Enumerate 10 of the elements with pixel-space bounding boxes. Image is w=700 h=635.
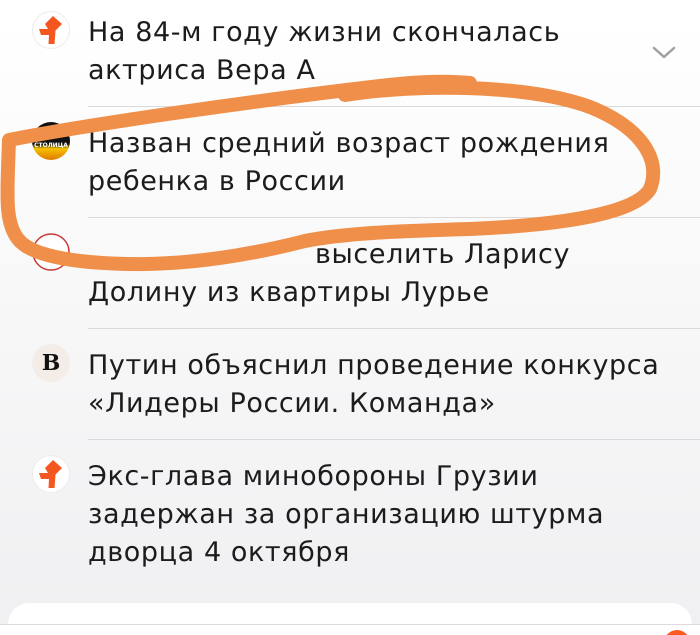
source-logo: В bbox=[32, 344, 70, 382]
news-headline[interactable]: На 84-м году жизни скончалась актриса Вера А bbox=[88, 14, 560, 90]
chevron-down-icon[interactable] bbox=[652, 46, 676, 59]
news-headline[interactable]: Назван средний возраст рождения ребенка в России bbox=[88, 125, 610, 201]
news-headline[interactable]: выселить Ларису Долину из квартиры Лурье bbox=[88, 236, 570, 312]
news-headline[interactable]: Путин объяснил проведение конкурса «Лидеры России. Команда» bbox=[88, 347, 660, 423]
source-logo-icon bbox=[32, 233, 70, 271]
source-logo-icon bbox=[32, 11, 70, 49]
source-logo-icon bbox=[32, 455, 70, 493]
news-headline[interactable]: Экс-глава минобороны Грузии задержан за организацию штурма дворца 4 октября bbox=[88, 458, 604, 572]
